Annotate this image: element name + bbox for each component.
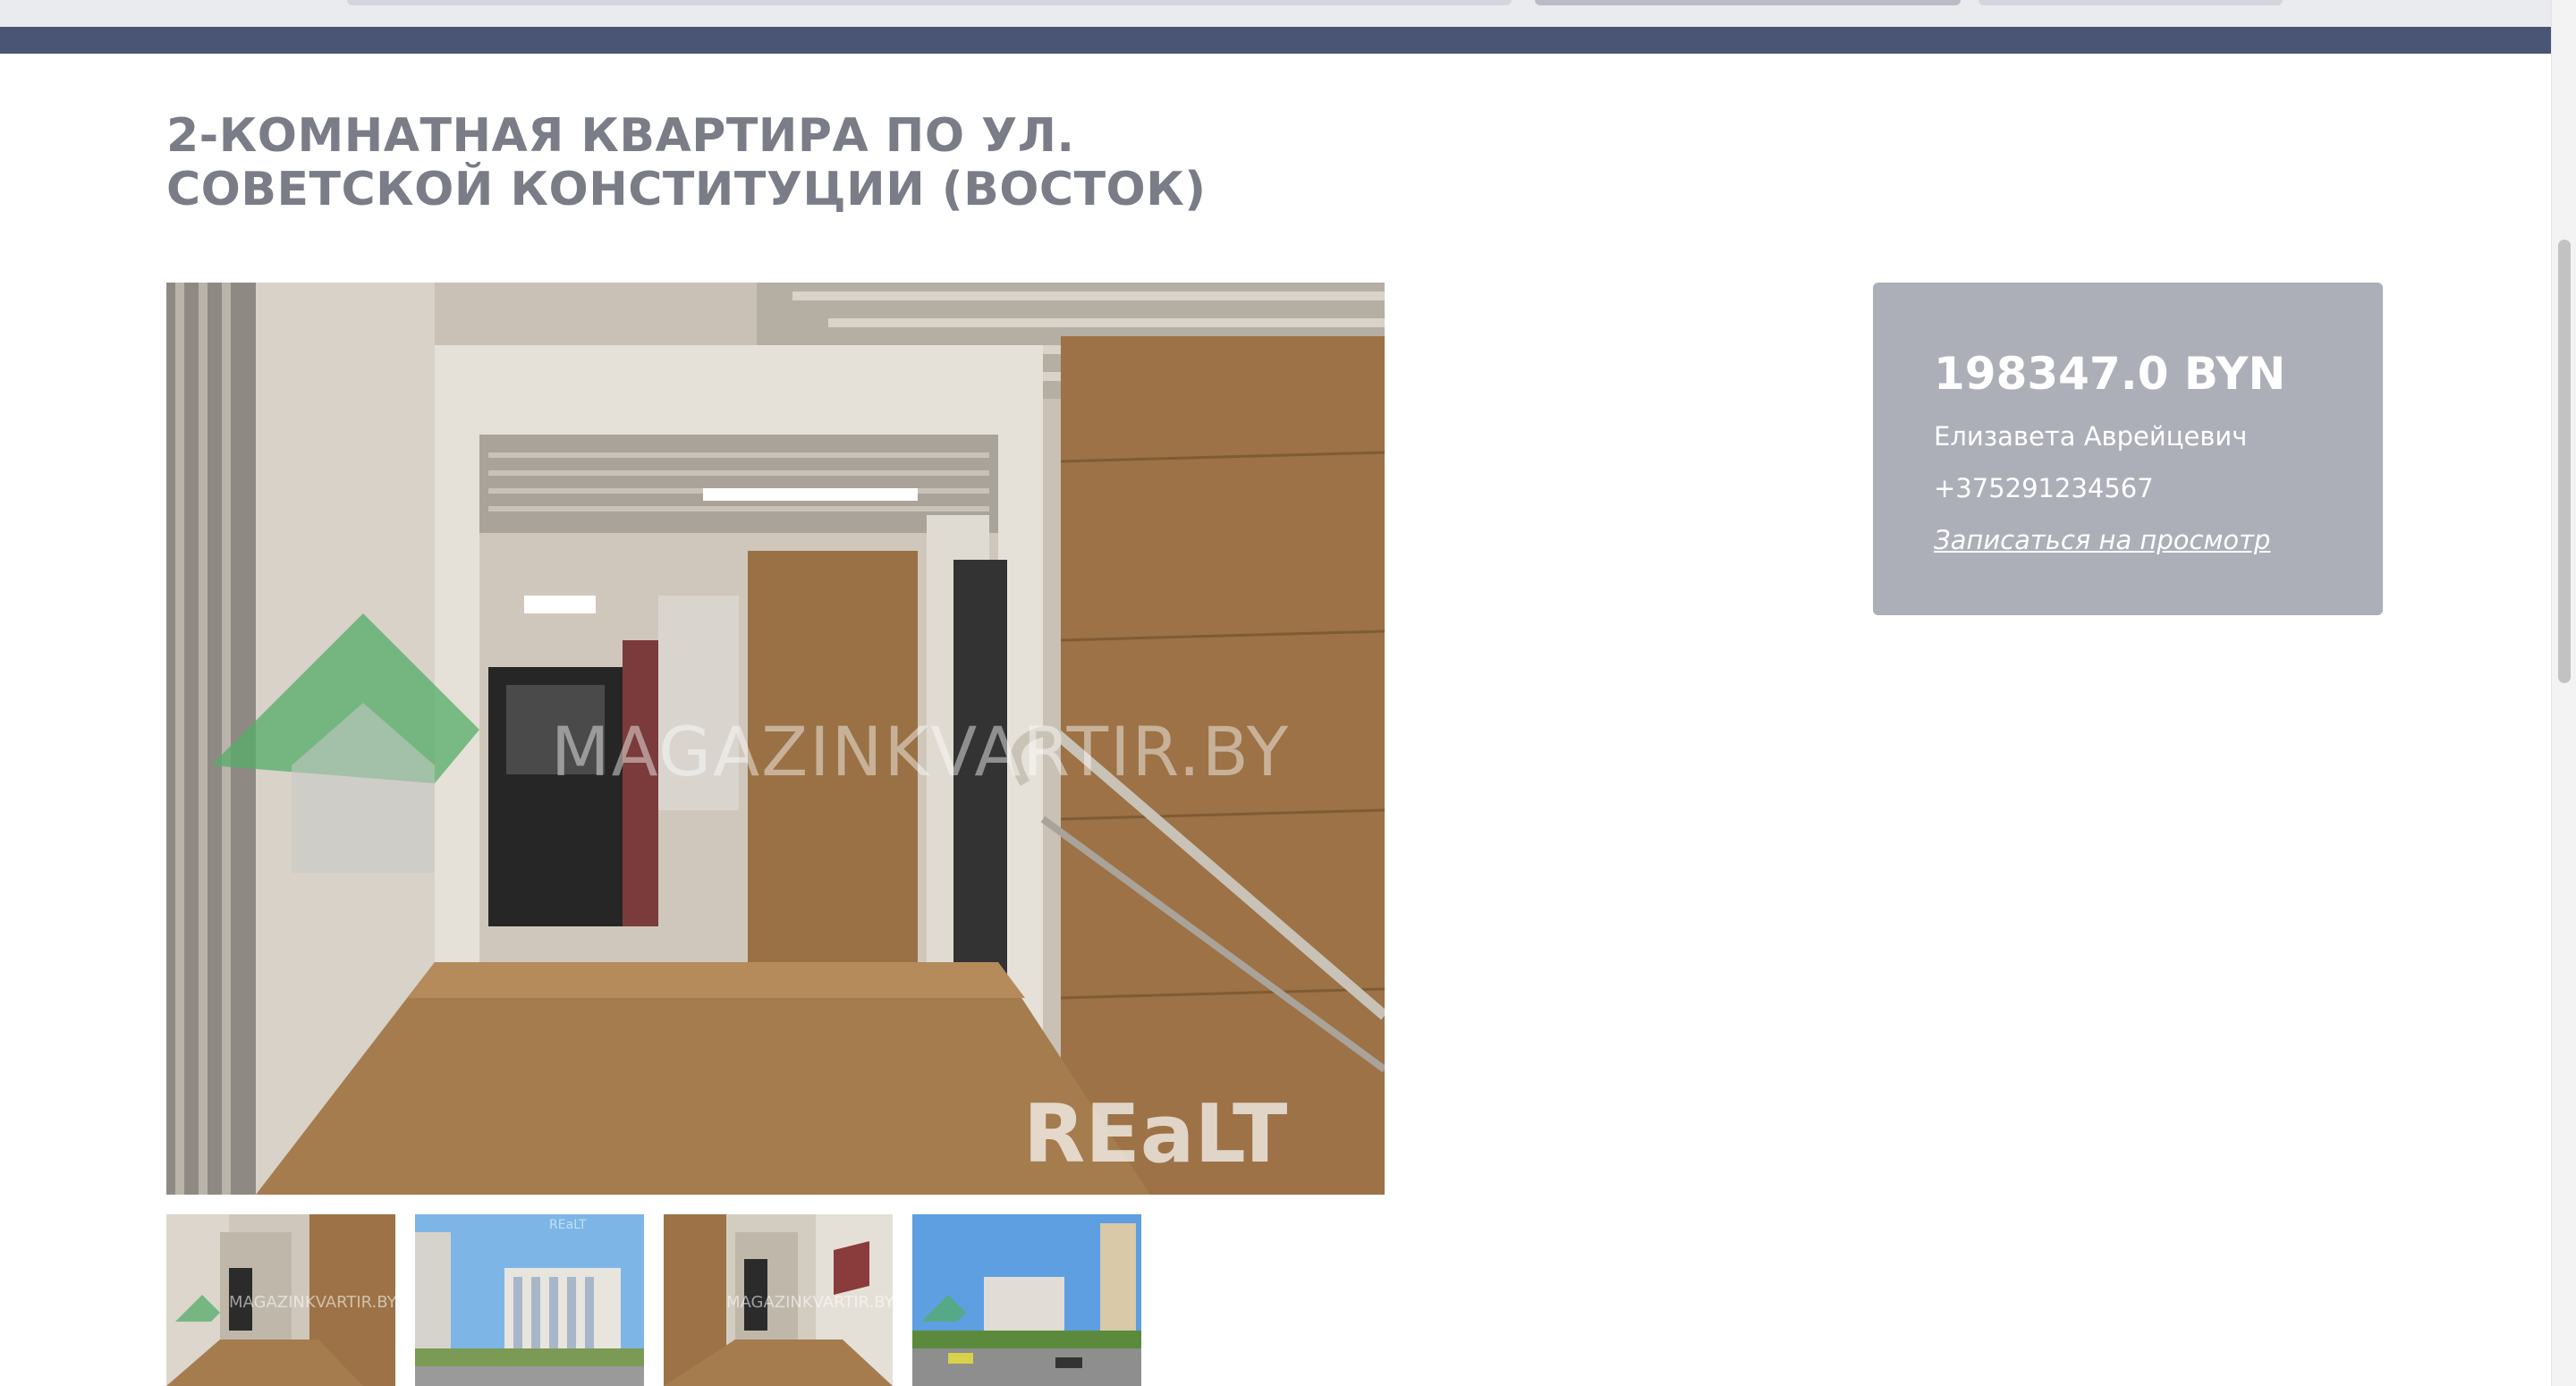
site-header-bar xyxy=(0,27,2551,54)
thumbnail-street-image xyxy=(912,1214,1141,1386)
page-scrollbar[interactable] xyxy=(2551,0,2576,1386)
thumbnail-watermark: REaLT xyxy=(549,1218,587,1232)
page-title: 2-комнатная квартира по ул. Советской Ко… xyxy=(166,109,1207,216)
watermark-brand: REaLT xyxy=(1023,1087,1288,1181)
tab-pagination-strip xyxy=(347,0,1512,5)
active-tab-indicator xyxy=(1535,0,1961,5)
thumbnail-watermark: MAGAZINKVARTIR.BY xyxy=(229,1293,395,1312)
thumbnail-2[interactable]: REaLT xyxy=(415,1214,644,1386)
browser-tab-strip xyxy=(0,0,2576,27)
watermark-site: MAGAZINKVARTIR.BY xyxy=(551,712,1291,791)
thumbnail-exterior-image xyxy=(415,1214,644,1386)
agent-name: Елизавета Аврейцевич xyxy=(1934,421,2248,452)
price: 198347.0 BYN xyxy=(1934,348,2286,400)
contact-card: 198347.0 BYN Елизавета Аврейцевич +37529… xyxy=(1873,283,2383,615)
scrollbar-thumb[interactable] xyxy=(2558,240,2571,683)
thumbnail-watermark: MAGAZINKVARTIR.BY xyxy=(726,1293,893,1312)
tab-pagination-strip-right xyxy=(1979,0,2283,5)
thumbnail-4[interactable] xyxy=(912,1214,1141,1386)
main-photo[interactable]: MAGAZINKVARTIR.BY REaLT xyxy=(166,283,1385,1195)
thumbnail-1[interactable]: MAGAZINKVARTIR.BY xyxy=(166,1214,395,1386)
book-viewing-link[interactable]: Записаться на просмотр xyxy=(1934,525,2270,555)
thumbnail-3[interactable]: MAGAZINKVARTIR.BY xyxy=(664,1214,893,1386)
phone-number[interactable]: +375291234567 xyxy=(1934,470,2322,506)
